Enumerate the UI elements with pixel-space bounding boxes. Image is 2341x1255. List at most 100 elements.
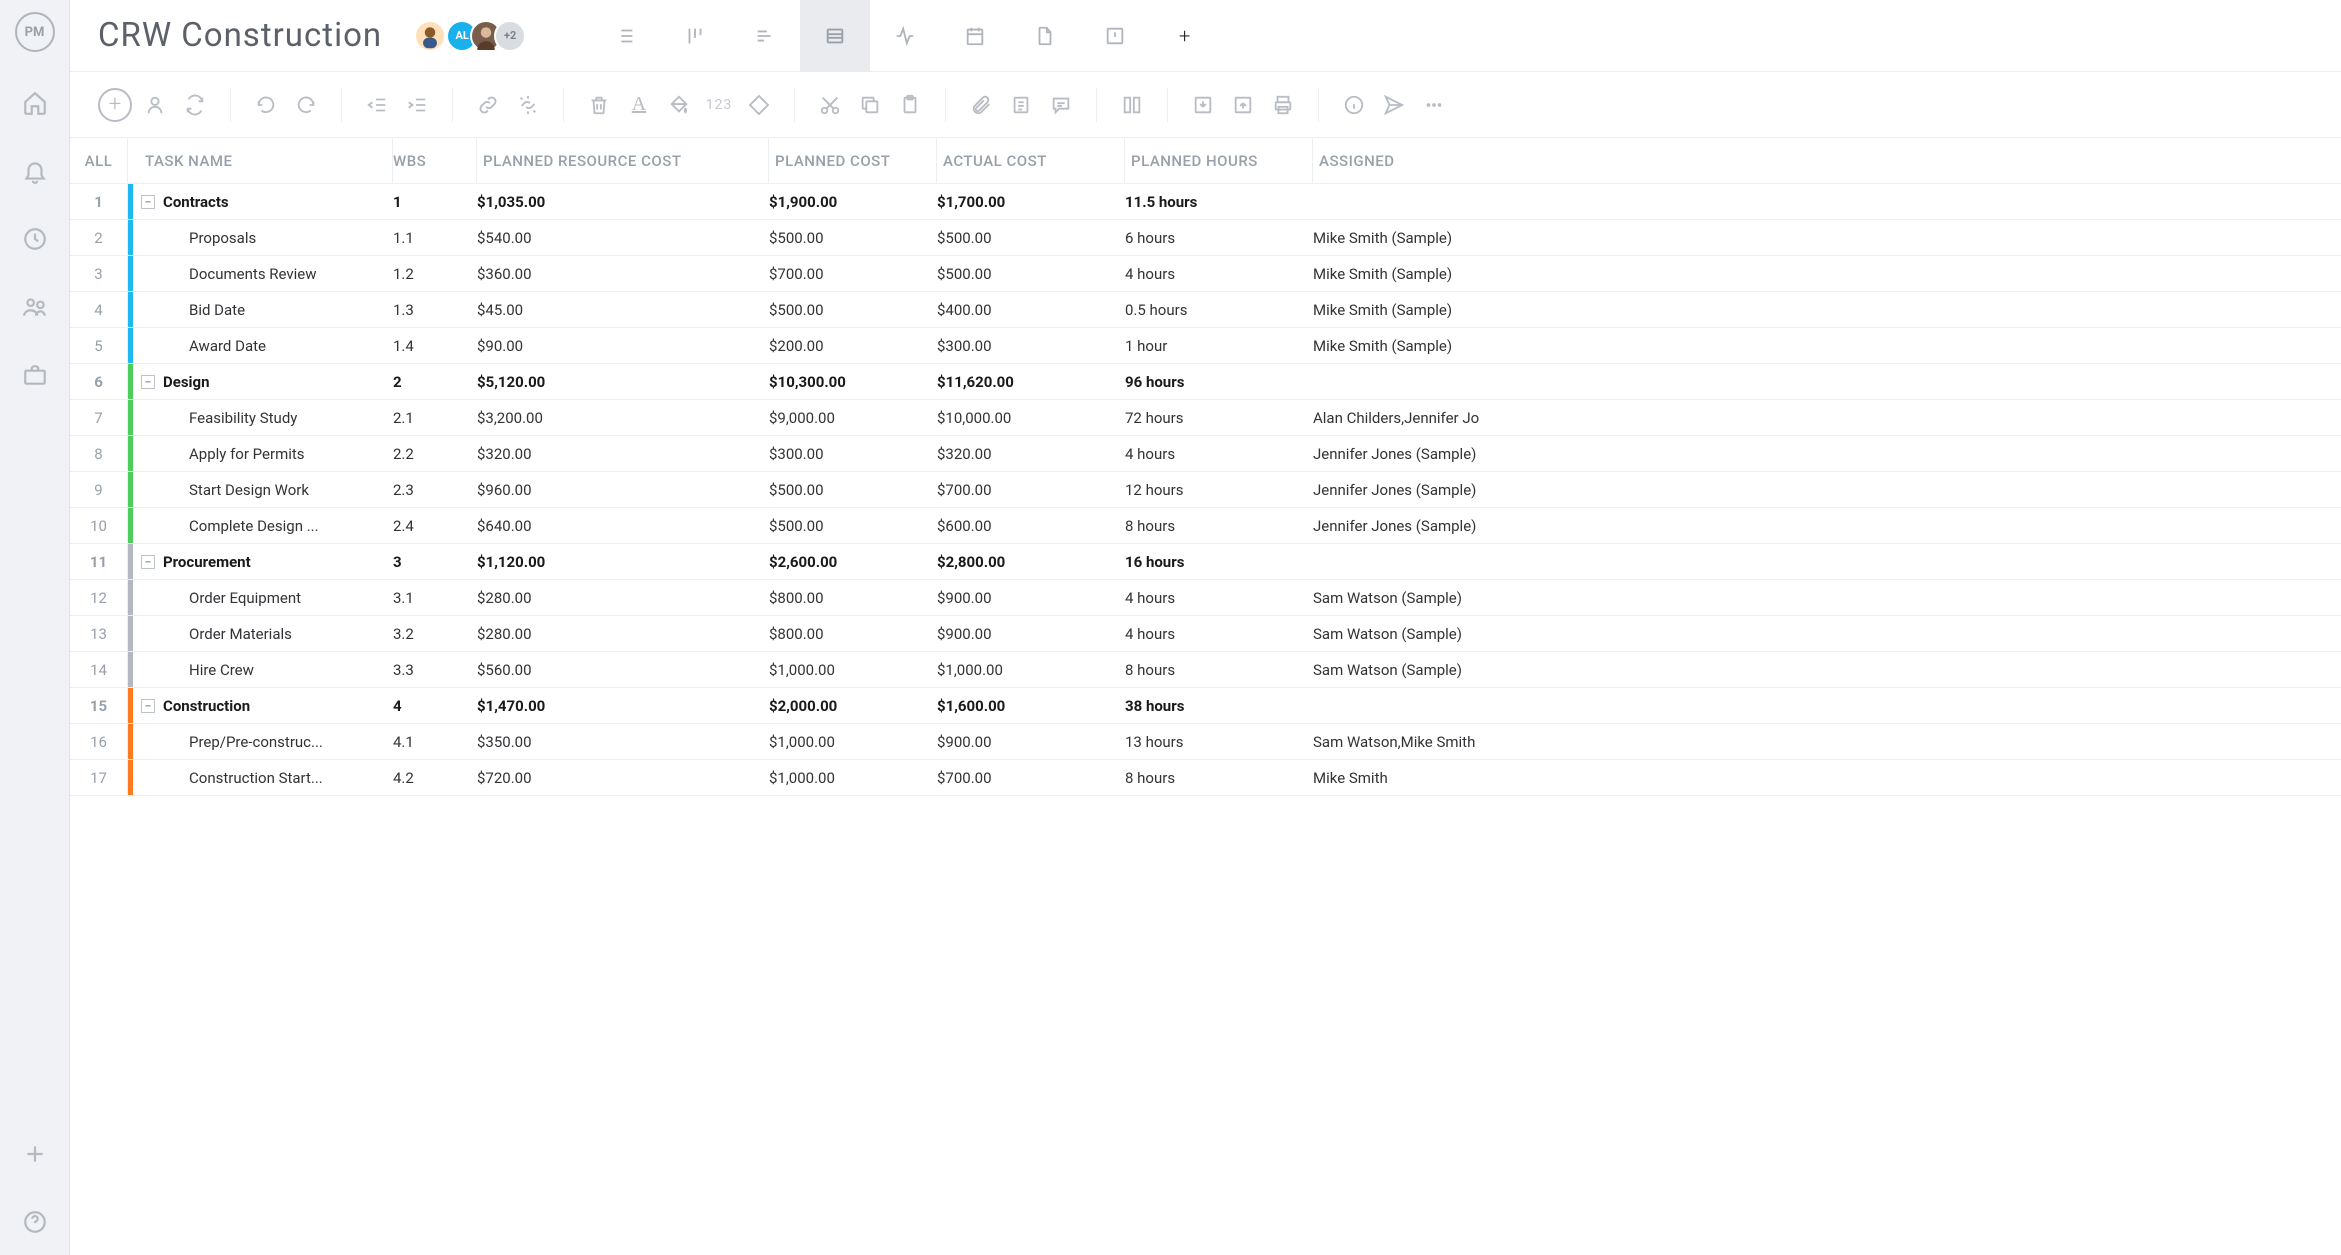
task-row[interactable]: 5Award Date1.4$90.00$200.00$300.001 hour… bbox=[70, 328, 2341, 364]
cell-prc[interactable]: $90.00 bbox=[477, 337, 769, 355]
cell-wbs[interactable]: 3.1 bbox=[393, 589, 477, 607]
collapse-icon[interactable]: − bbox=[141, 375, 155, 389]
cell-ac[interactable]: $900.00 bbox=[937, 733, 1125, 751]
cell-as[interactable]: Jennifer Jones (Sample) bbox=[1313, 445, 2341, 463]
people-icon[interactable] bbox=[22, 294, 48, 320]
task-cell[interactable]: Order Equipment bbox=[133, 589, 393, 607]
task-cell[interactable]: Order Materials bbox=[133, 625, 393, 643]
cell-prc[interactable]: $540.00 bbox=[477, 229, 769, 247]
cell-ph[interactable]: 4 hours bbox=[1125, 625, 1313, 643]
cell-prc[interactable]: $1,120.00 bbox=[477, 553, 769, 571]
task-cell[interactable]: Hire Crew bbox=[133, 661, 393, 679]
avatar-stack[interactable]: AL +2 bbox=[414, 20, 526, 52]
column-ac[interactable]: ACTUAL COST bbox=[937, 138, 1125, 183]
cell-prc[interactable]: $640.00 bbox=[477, 517, 769, 535]
cell-ac[interactable]: $500.00 bbox=[937, 229, 1125, 247]
help-icon[interactable] bbox=[22, 1209, 48, 1235]
cell-pc[interactable]: $1,900.00 bbox=[769, 193, 937, 211]
cell-wbs[interactable]: 3 bbox=[393, 553, 477, 571]
cell-prc[interactable]: $960.00 bbox=[477, 481, 769, 499]
cell-prc[interactable]: $560.00 bbox=[477, 661, 769, 679]
cell-as[interactable]: Mike Smith bbox=[1313, 769, 2341, 787]
cell-pc[interactable]: $2,000.00 bbox=[769, 697, 937, 715]
task-cell[interactable]: Complete Design ... bbox=[133, 517, 393, 535]
cell-ph[interactable]: 12 hours bbox=[1125, 481, 1313, 499]
row-number[interactable]: 5 bbox=[70, 328, 128, 363]
project-title[interactable]: CRW Construction bbox=[98, 16, 382, 55]
cell-as[interactable]: Jennifer Jones (Sample) bbox=[1313, 517, 2341, 535]
trash-icon[interactable] bbox=[582, 88, 616, 122]
view-files-icon[interactable] bbox=[1010, 0, 1080, 72]
cell-wbs[interactable]: 2.4 bbox=[393, 517, 477, 535]
cell-ph[interactable]: 4 hours bbox=[1125, 445, 1313, 463]
task-row[interactable]: 7Feasibility Study2.1$3,200.00$9,000.00$… bbox=[70, 400, 2341, 436]
task-row[interactable]: 17Construction Start...4.2$720.00$1,000.… bbox=[70, 760, 2341, 796]
add-row-button[interactable]: + bbox=[98, 88, 132, 122]
comment-icon[interactable] bbox=[1044, 88, 1078, 122]
task-row[interactable]: 16Prep/Pre-construc...4.1$350.00$1,000.0… bbox=[70, 724, 2341, 760]
row-number[interactable]: 7 bbox=[70, 400, 128, 435]
cell-ph[interactable]: 8 hours bbox=[1125, 769, 1313, 787]
priority-icon[interactable] bbox=[742, 88, 776, 122]
column-ph[interactable]: PLANNED HOURS bbox=[1125, 138, 1313, 183]
cell-wbs[interactable]: 3.2 bbox=[393, 625, 477, 643]
undo-icon[interactable] bbox=[249, 88, 283, 122]
cell-ac[interactable]: $10,000.00 bbox=[937, 409, 1125, 427]
cell-pc[interactable]: $1,000.00 bbox=[769, 661, 937, 679]
column-as[interactable]: ASSIGNED bbox=[1313, 152, 2341, 170]
cut-icon[interactable] bbox=[813, 88, 847, 122]
sync-icon[interactable] bbox=[178, 88, 212, 122]
cell-ac[interactable]: $11,620.00 bbox=[937, 373, 1125, 391]
task-cell[interactable]: Start Design Work bbox=[133, 481, 393, 499]
cell-wbs[interactable]: 1.2 bbox=[393, 265, 477, 283]
cell-as[interactable]: Sam Watson (Sample) bbox=[1313, 661, 2341, 679]
cell-as[interactable]: Mike Smith (Sample) bbox=[1313, 301, 2341, 319]
info-icon[interactable] bbox=[1337, 88, 1371, 122]
cell-ac[interactable]: $1,600.00 bbox=[937, 697, 1125, 715]
export-icon[interactable] bbox=[1226, 88, 1260, 122]
assign-icon[interactable] bbox=[138, 88, 172, 122]
cell-pc[interactable]: $9,000.00 bbox=[769, 409, 937, 427]
cell-ac[interactable]: $900.00 bbox=[937, 625, 1125, 643]
cell-ph[interactable]: 16 hours bbox=[1125, 553, 1313, 571]
number-format-icon[interactable]: 123 bbox=[702, 88, 736, 122]
row-number[interactable]: 2 bbox=[70, 220, 128, 255]
cell-as[interactable]: Mike Smith (Sample) bbox=[1313, 229, 2341, 247]
link-icon[interactable] bbox=[471, 88, 505, 122]
task-row[interactable]: 8Apply for Permits2.2$320.00$300.00$320.… bbox=[70, 436, 2341, 472]
task-cell[interactable]: Bid Date bbox=[133, 301, 393, 319]
cell-pc[interactable]: $500.00 bbox=[769, 301, 937, 319]
row-number[interactable]: 10 bbox=[70, 508, 128, 543]
task-cell[interactable]: Award Date bbox=[133, 337, 393, 355]
row-number[interactable]: 9 bbox=[70, 472, 128, 507]
cell-ac[interactable]: $320.00 bbox=[937, 445, 1125, 463]
cell-ph[interactable]: 13 hours bbox=[1125, 733, 1313, 751]
cell-as[interactable]: Sam Watson,Mike Smith bbox=[1313, 733, 2341, 751]
task-cell[interactable]: Proposals bbox=[133, 229, 393, 247]
cell-wbs[interactable]: 1.3 bbox=[393, 301, 477, 319]
cell-ac[interactable]: $400.00 bbox=[937, 301, 1125, 319]
text-format-icon[interactable]: A bbox=[622, 88, 656, 122]
cell-ac[interactable]: $2,800.00 bbox=[937, 553, 1125, 571]
home-icon[interactable] bbox=[22, 90, 48, 116]
columns-icon[interactable] bbox=[1115, 88, 1149, 122]
task-row[interactable]: 6−Design2$5,120.00$10,300.00$11,620.0096… bbox=[70, 364, 2341, 400]
add-icon[interactable] bbox=[22, 1141, 48, 1167]
app-logo[interactable]: PM bbox=[15, 12, 55, 52]
task-row[interactable]: 4Bid Date1.3$45.00$500.00$400.000.5 hour… bbox=[70, 292, 2341, 328]
task-cell[interactable]: −Construction bbox=[133, 697, 393, 715]
attachment-icon[interactable] bbox=[964, 88, 998, 122]
clock-icon[interactable] bbox=[22, 226, 48, 252]
cell-pc[interactable]: $10,300.00 bbox=[769, 373, 937, 391]
cell-pc[interactable]: $200.00 bbox=[769, 337, 937, 355]
task-cell[interactable]: −Contracts bbox=[133, 193, 393, 211]
cell-ac[interactable]: $700.00 bbox=[937, 769, 1125, 787]
task-row[interactable]: 2Proposals1.1$540.00$500.00$500.006 hour… bbox=[70, 220, 2341, 256]
row-number[interactable]: 17 bbox=[70, 760, 128, 795]
cell-prc[interactable]: $1,035.00 bbox=[477, 193, 769, 211]
row-number[interactable]: 1 bbox=[70, 184, 128, 219]
cell-wbs[interactable]: 4.2 bbox=[393, 769, 477, 787]
cell-pc[interactable]: $1,000.00 bbox=[769, 733, 937, 751]
cell-ph[interactable]: 8 hours bbox=[1125, 661, 1313, 679]
cell-ph[interactable]: 8 hours bbox=[1125, 517, 1313, 535]
